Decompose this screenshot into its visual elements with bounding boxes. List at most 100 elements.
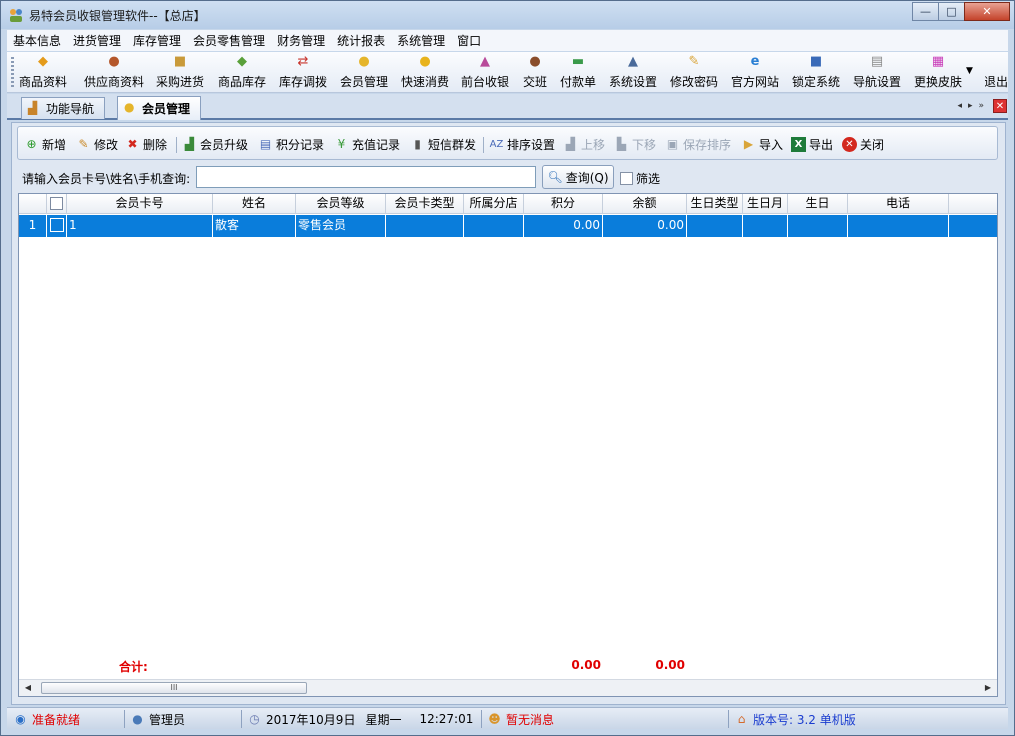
header-balance[interactable]: 余额 [603, 194, 687, 214]
menu-finance[interactable]: 财务管理 [271, 32, 331, 49]
coin-icon: ● [419, 54, 431, 69]
header-name[interactable]: 姓名 [213, 194, 296, 214]
scroll-thumb[interactable]: III [41, 682, 307, 694]
toolbar-payment-button[interactable]: ▬ 付款单 [560, 54, 596, 91]
sort-settings-button[interactable]: AZ 排序设置 [489, 135, 555, 153]
search-input[interactable] [196, 166, 536, 188]
menu-reports[interactable]: 统计报表 [331, 32, 391, 49]
toolbar-member-button[interactable]: ● 会员管理 [340, 54, 388, 91]
status-ready-text: 准备就绪 [32, 712, 81, 727]
header-birthday[interactable]: 生日 [788, 194, 848, 214]
app-logo-icon [8, 7, 24, 23]
title-bar: 易特会员收银管理软件--【总店】 — □ ✕ [1, 1, 1014, 29]
menu-basic-info[interactable]: 基本信息 [7, 32, 67, 49]
scroll-right-icon[interactable]: ▶ [981, 682, 995, 694]
save-sort-button[interactable]: ▣ 保存排序 [665, 135, 731, 153]
header-select-all[interactable] [47, 194, 67, 214]
menu-purchase[interactable]: 进货管理 [67, 32, 127, 49]
toolbar-password-button[interactable]: ✎ 修改密码 [670, 54, 718, 91]
scroll-left-icon[interactable]: ◀ [21, 682, 35, 694]
search-label: 请输入会员卡号\姓名\手机查询: [22, 172, 191, 186]
export-label: 导出 [809, 137, 834, 152]
close-panel-button[interactable]: ✕ 关闭 [842, 135, 884, 153]
import-button[interactable]: ▶ 导入 [741, 135, 783, 153]
toolbar-purchase-button[interactable]: ■ 采购进货 [156, 54, 204, 91]
sort-icon: AZ [489, 138, 504, 150]
toolbar-website-button[interactable]: e 官方网站 [731, 54, 779, 91]
member-upgrade-button[interactable]: ▟ 会员升级 [182, 135, 248, 153]
toolbar-skin-button[interactable]: ▦ 更换皮肤 [914, 54, 962, 91]
select-all-checkbox[interactable] [50, 197, 63, 210]
close-window-button[interactable]: ✕ [964, 2, 1010, 21]
toolbar-exit-button[interactable]: 退出 [985, 54, 1007, 91]
menu-window[interactable]: 窗口 [451, 32, 487, 49]
menu-system[interactable]: 系统管理 [391, 32, 451, 49]
toolbar-grip[interactable] [11, 57, 14, 89]
maximize-button[interactable]: □ [938, 2, 965, 21]
query-button[interactable]: 🔍︎ 查询(Q) [542, 165, 614, 189]
add-label: 新增 [42, 137, 67, 152]
header-level[interactable]: 会员等级 [296, 194, 386, 214]
table-row[interactable]: 1 1 散客 零售会员 0.00 0.00 [19, 215, 997, 237]
edit-button[interactable]: ✎ 修改 [76, 135, 118, 153]
minimize-button[interactable]: — [912, 2, 939, 21]
header-birth-month[interactable]: 生日月 [743, 194, 788, 214]
toolbar-product-button[interactable]: ◆ 商品资料 [19, 54, 67, 91]
close-icon: ✕ [842, 136, 857, 152]
sms-button[interactable]: ▮ 短信群发 [410, 135, 476, 153]
recharge-log-label: 充值记录 [352, 137, 401, 152]
header-points[interactable]: 积分 [524, 194, 603, 214]
header-card-type[interactable]: 会员卡类型 [386, 194, 464, 214]
horizontal-scrollbar[interactable]: ◀ III ▶ [19, 679, 997, 696]
points-log-button[interactable]: ▤ 积分记录 [258, 135, 324, 153]
filter-label: 筛选 [636, 172, 661, 186]
menu-member-retail[interactable]: 会员零售管理 [187, 32, 271, 49]
tab-scroll-arrows[interactable]: ◂▸» [957, 101, 990, 111]
move-up-button[interactable]: ▟ 上移 [563, 135, 605, 153]
toolbar-supplier-button[interactable]: ● 供应商资料 [84, 54, 144, 91]
toolbar-stock-button[interactable]: ◆ 商品库存 [218, 54, 266, 91]
header-branch[interactable]: 所属分店 [464, 194, 524, 214]
toolbar-lock-button[interactable]: ■ 锁定系统 [792, 54, 840, 91]
toolbar-overflow-icon[interactable]: ▼ [966, 66, 973, 76]
recharge-log-button[interactable]: ¥ 充值记录 [334, 135, 400, 153]
total-balance: 0.00 [655, 658, 685, 672]
row-checkbox[interactable] [50, 218, 64, 232]
row-select-cell[interactable] [47, 215, 67, 237]
toolbar-settings-button[interactable]: ▲ 系统设置 [609, 54, 657, 91]
toolbar-lock-label: 锁定系统 [792, 75, 841, 89]
toolbar-cashier-button[interactable]: ▲ 前台收银 [461, 54, 509, 91]
delete-button[interactable]: ✖ 删除 [125, 135, 167, 153]
export-button[interactable]: X 导出 [791, 135, 833, 153]
toolbar-shift-button[interactable]: ● 交班 [523, 54, 547, 91]
search-row: 请输入会员卡号\姓名\手机查询: 🔍︎ 查询(Q) 筛选 [22, 165, 1002, 190]
status-weekday-text: 星期一 [365, 712, 402, 727]
header-card-no[interactable]: 会员卡号 [67, 194, 213, 214]
status-time-text: 12:27:01 [419, 712, 474, 726]
excel-icon: X [791, 136, 806, 152]
status-user-text: 管理员 [149, 712, 186, 727]
move-down-button[interactable]: ▙ 下移 [614, 135, 656, 153]
header-birthday-type[interactable]: 生日类型 [687, 194, 743, 214]
toolbar-transfer-button[interactable]: ⇄ 库存调拨 [279, 54, 327, 91]
member-icon: ● [124, 100, 135, 114]
menu-bar: 基本信息 进货管理 库存管理 会员零售管理 财务管理 统计报表 系统管理 窗口 [7, 30, 1008, 51]
status-message[interactable]: ☻ 暂无消息 [487, 711, 554, 727]
toolbar-exit-label: 退出 [985, 75, 1007, 89]
move-up-label: 上移 [581, 137, 606, 152]
toolbar-nav-settings-label: 导航设置 [853, 75, 902, 89]
header-index [19, 194, 47, 214]
toolbar-quick-consume-button[interactable]: ● 快速消费 [401, 54, 449, 91]
toolbar-nav-settings-button[interactable]: ▤ 导航设置 [853, 54, 901, 91]
tab-function-nav[interactable]: ▟ 功能导航 [21, 97, 106, 119]
toolbar-product-label: 商品资料 [19, 75, 68, 89]
filter-checkbox-box[interactable] [620, 172, 633, 185]
filter-checkbox[interactable]: 筛选 [620, 170, 660, 187]
header-phone[interactable]: 电话 [848, 194, 949, 214]
menu-inventory[interactable]: 库存管理 [127, 32, 187, 49]
tab-member-management[interactable]: ● 会员管理 [117, 96, 202, 120]
header-filler [949, 194, 997, 214]
add-button[interactable]: ⊕ 新增 [24, 135, 66, 153]
close-tab-button[interactable]: ✕ [993, 99, 1007, 113]
yen-icon: ¥ [337, 136, 346, 151]
